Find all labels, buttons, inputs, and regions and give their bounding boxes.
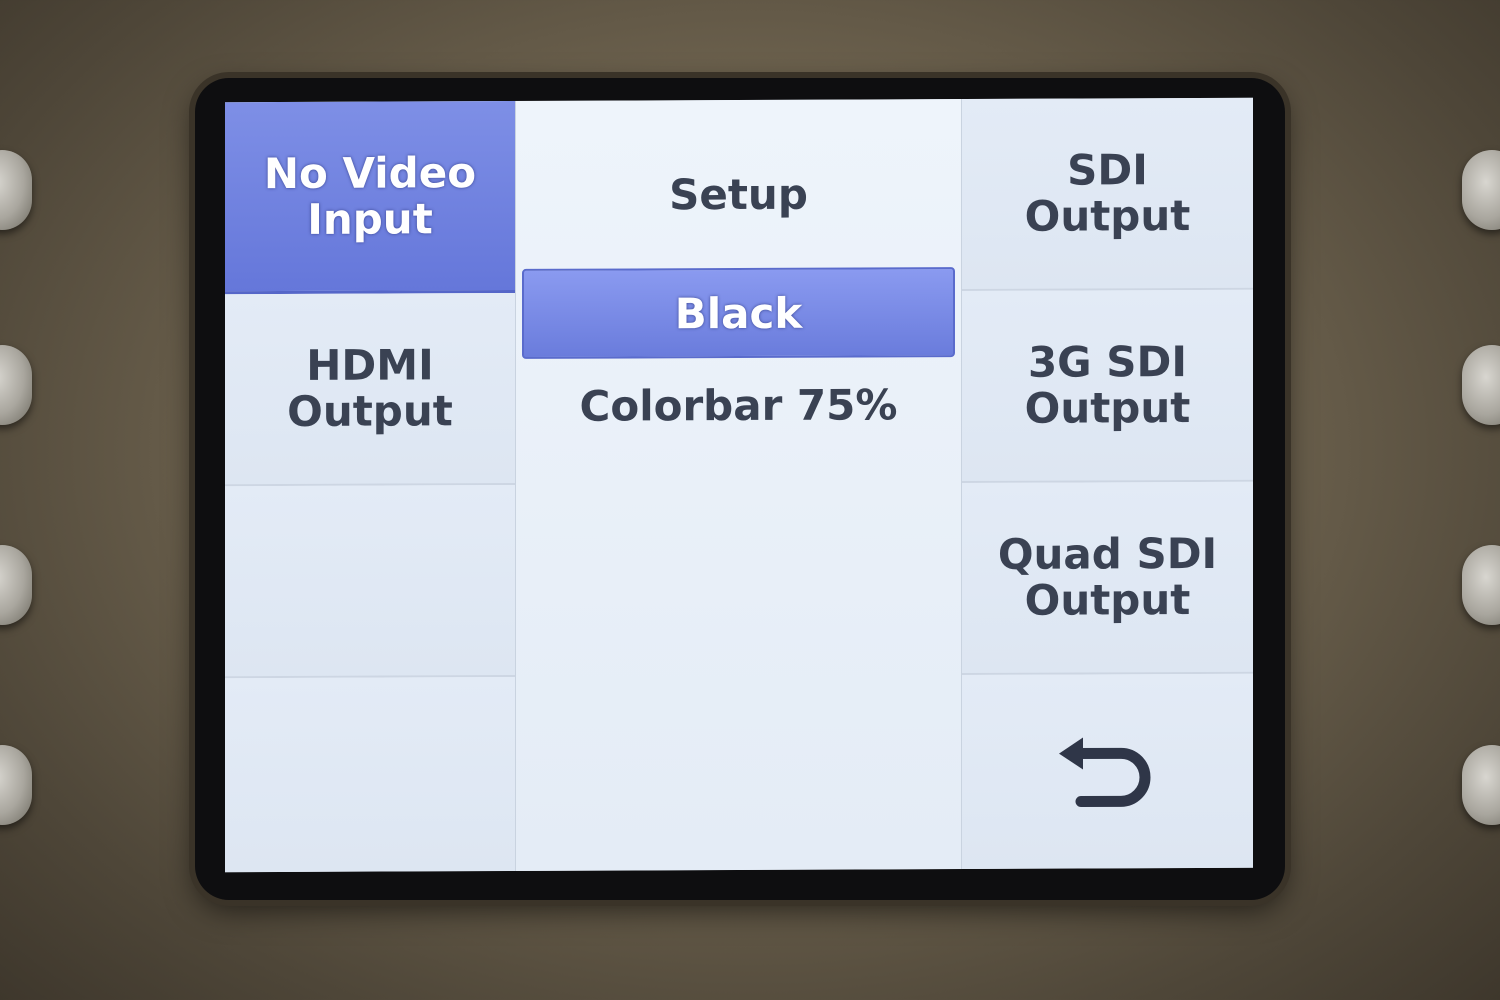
menu-item-label: 3G SDI Output: [1024, 337, 1191, 433]
menu-item-sdi-output[interactable]: SDI Output: [962, 97, 1253, 292]
left-hardware-button-1[interactable]: [0, 150, 32, 230]
back-button[interactable]: [962, 673, 1253, 870]
option-label: Colorbar 75%: [579, 379, 898, 431]
menu-item-label: Quad SDI Output: [997, 528, 1218, 625]
right-menu: SDI Output 3G SDI Output Quad SDI Output: [962, 97, 1253, 870]
menu-item-empty-2[interactable]: [225, 676, 515, 873]
option-colorbar-75[interactable]: Colorbar 75%: [522, 361, 955, 449]
left-menu: No Video Input HDMI Output: [225, 100, 515, 873]
lcd-screen: No Video Input HDMI Output Setup Black C…: [225, 97, 1253, 873]
left-hardware-button-3[interactable]: [0, 545, 32, 625]
menu-item-3g-sdi-output[interactable]: 3G SDI Output: [962, 289, 1253, 484]
menu-item-quad-sdi-output[interactable]: Quad SDI Output: [962, 481, 1253, 676]
setup-panel: Setup Black Colorbar 75%: [515, 99, 962, 871]
panel-title: Setup: [669, 169, 808, 220]
menu-item-hdmi-output[interactable]: HDMI Output: [225, 292, 515, 487]
menu-item-label: SDI Output: [1024, 145, 1191, 241]
menu-item-label: HDMI Output: [287, 340, 453, 436]
right-hardware-button-2[interactable]: [1462, 345, 1500, 425]
right-hardware-button-4[interactable]: [1462, 745, 1500, 825]
menu-item-empty-1[interactable]: [225, 484, 515, 679]
left-hardware-button-4[interactable]: [0, 745, 32, 825]
right-hardware-button-3[interactable]: [1462, 545, 1500, 625]
right-hardware-button-1[interactable]: [1462, 150, 1500, 230]
option-black[interactable]: Black: [522, 267, 955, 359]
menu-item-label: No Video Input: [263, 147, 477, 244]
back-arrow-icon: [1058, 737, 1150, 808]
left-hardware-button-2[interactable]: [0, 345, 32, 425]
menu-item-no-video-input[interactable]: No Video Input: [225, 100, 515, 295]
option-label: Black: [674, 288, 803, 338]
